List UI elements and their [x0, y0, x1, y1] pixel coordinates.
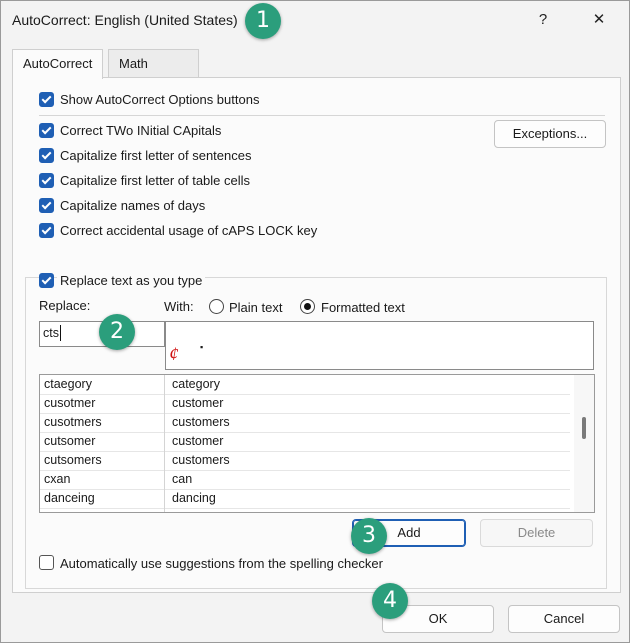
formatted-text-radio[interactable]: [300, 299, 315, 314]
scrollbar-thumb[interactable]: [582, 417, 586, 439]
column-separator: [164, 375, 165, 512]
callout-badge-2: 2: [99, 314, 135, 350]
two-initials-checkbox[interactable]: [39, 123, 54, 138]
bullet-marker: ▪: [200, 342, 204, 352]
entry-from: danceing: [44, 491, 95, 505]
cap-days-checkbox[interactable]: [39, 198, 54, 213]
plain-text-label: Plain text: [229, 300, 283, 315]
help-icon[interactable]: ?: [531, 9, 555, 31]
entry-to: can: [172, 472, 193, 486]
with-label: With:: [164, 299, 194, 314]
table-row[interactable]: cusotmers customers: [40, 413, 570, 433]
replace-input-value: cts: [43, 326, 59, 340]
with-input[interactable]: ¢ ▪: [165, 321, 594, 370]
entry-to: dancing: [172, 491, 216, 505]
two-initials-label: Correct TWo INitial CApitals: [60, 123, 222, 138]
callout-badge-4: 4: [372, 583, 408, 619]
caps-lock-label: Correct accidental usage of cAPS LOCK ke…: [60, 223, 318, 238]
entry-from: cusotmers: [44, 415, 102, 429]
suggestions-checkbox[interactable]: [39, 555, 54, 570]
cap-days-label: Capitalize names of days: [60, 198, 206, 213]
entry-from: ctaegory: [44, 377, 92, 391]
text-caret: [60, 325, 61, 341]
entry-to: customers: [172, 453, 230, 467]
cap-sentences-checkbox[interactable]: [39, 148, 54, 163]
cap-table-checkbox[interactable]: [39, 173, 54, 188]
formatted-text-label: Formatted text: [321, 300, 405, 315]
entry-to: customer: [172, 434, 224, 448]
table-row[interactable]: cutsomers customers: [40, 451, 570, 471]
close-icon[interactable]: ✕: [587, 9, 611, 31]
entry-from: cusotmer: [44, 396, 96, 410]
window-title: AutoCorrect: English (United States): [12, 12, 238, 28]
caps-lock-checkbox[interactable]: [39, 223, 54, 238]
replace-as-type-checkbox[interactable]: [39, 273, 54, 288]
table-row[interactable]: cusotmer customer: [40, 394, 570, 414]
with-input-value: ¢: [169, 344, 179, 365]
show-options-checkbox[interactable]: [39, 92, 54, 107]
entry-to: customers: [172, 415, 230, 429]
entry-from: cutsomers: [44, 453, 102, 467]
autocorrect-dialog: AutoCorrect: English (United States) ? ✕…: [0, 0, 630, 643]
table-row[interactable]: ctaegory category: [40, 375, 570, 395]
exceptions-button[interactable]: Exceptions...: [494, 120, 606, 148]
divider-top: [39, 115, 605, 116]
tab-math-autocorrect[interactable]: Math AutoCorrect: [108, 49, 200, 98]
table-row[interactable]: cxan can: [40, 470, 570, 490]
cap-table-label: Capitalize first letter of table cells: [60, 173, 251, 188]
autocorrect-entries-list[interactable]: ctaegory category cusotmer customer cuso…: [39, 374, 595, 513]
entry-to: customer: [172, 396, 224, 410]
suggestions-label: Automatically use suggestions from the s…: [60, 556, 383, 571]
cancel-button[interactable]: Cancel: [508, 605, 620, 633]
tab-autocorrect[interactable]: AutoCorrect: [12, 49, 104, 79]
show-options-label: Show AutoCorrect Options buttons: [60, 92, 260, 107]
callout-badge-3: 3: [351, 518, 387, 554]
list-scrollbar[interactable]: [574, 375, 594, 512]
replace-as-type-label: Replace text as you type: [57, 273, 206, 288]
entry-from: cutsomer: [44, 434, 96, 448]
plain-text-radio[interactable]: [209, 299, 224, 314]
entry-from: cxan: [44, 472, 71, 486]
table-row[interactable]: cutsomer customer: [40, 432, 570, 452]
replace-label: Replace:: [39, 298, 91, 313]
entry-to: category: [172, 377, 220, 391]
delete-button[interactable]: Delete: [480, 519, 593, 547]
callout-badge-1: 1: [245, 3, 281, 39]
cap-sentences-label: Capitalize first letter of sentences: [60, 148, 252, 163]
title-bar[interactable]: AutoCorrect: English (United States) ? ✕: [1, 1, 629, 41]
table-row[interactable]: danceing dancing: [40, 489, 570, 509]
